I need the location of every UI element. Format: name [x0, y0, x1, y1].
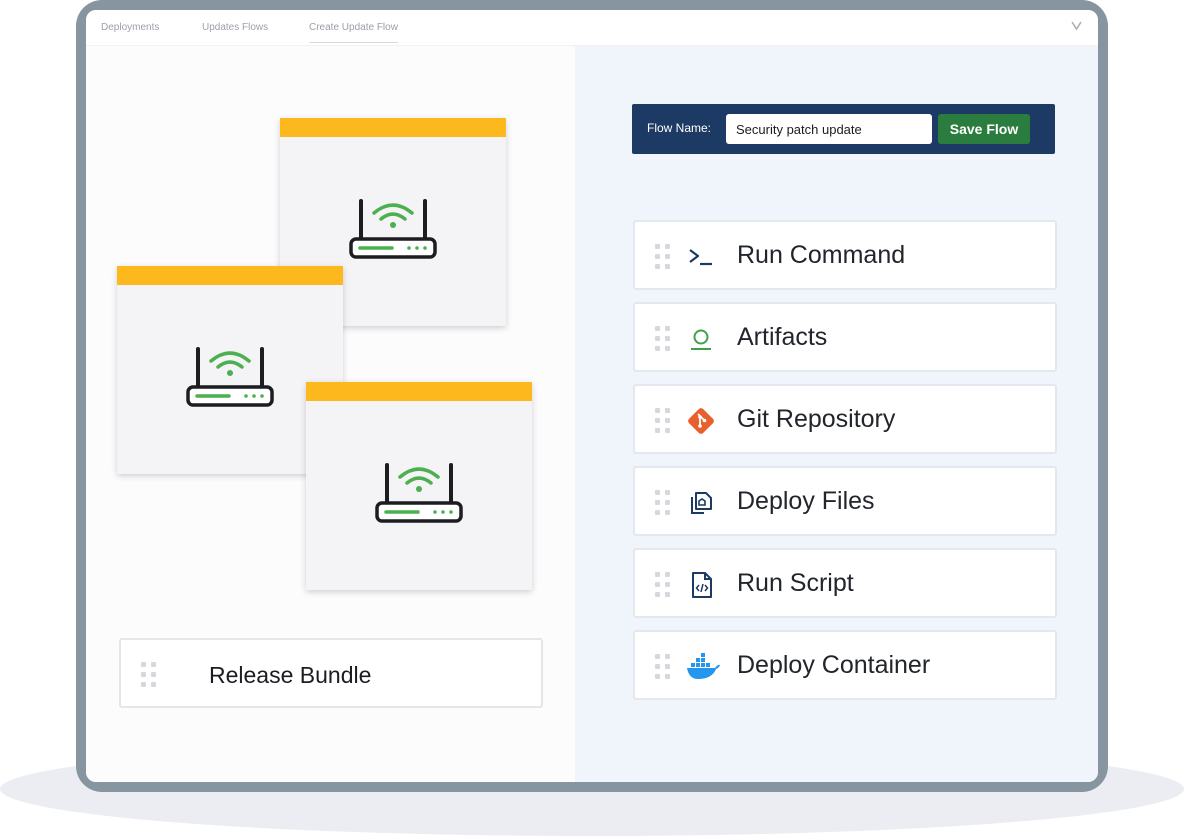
release-bundle-item[interactable]: Release Bundle	[119, 638, 543, 708]
artifact-icon	[685, 323, 717, 355]
tab-updates-flows[interactable]: Updates Flows	[202, 22, 268, 42]
docker-icon	[685, 651, 720, 683]
drag-handle-icon[interactable]	[655, 654, 671, 680]
step-git-repository[interactable]: Git Repository	[633, 384, 1057, 454]
step-label: Artifacts	[737, 323, 828, 351]
step-artifacts[interactable]: Artifacts	[633, 302, 1057, 372]
flow-builder-pane: Flow Name: Save Flow Run Command	[575, 46, 1098, 782]
drag-handle-icon[interactable]	[655, 326, 671, 352]
step-run-script[interactable]: Run Script	[633, 548, 1057, 618]
drag-handle-icon[interactable]	[655, 408, 671, 434]
step-label: Deploy Container	[737, 651, 931, 679]
step-run-command[interactable]: Run Command	[633, 220, 1057, 290]
flow-name-label: Flow Name:	[647, 121, 712, 135]
app-screen: Deployments Updates Flows Create Update …	[86, 10, 1098, 782]
wifi-router-icon	[347, 195, 439, 266]
wifi-router-icon	[373, 459, 465, 530]
device-frame: Deployments Updates Flows Create Update …	[76, 0, 1108, 792]
files-icon	[685, 487, 717, 519]
step-deploy-container[interactable]: Deploy Container	[633, 630, 1057, 700]
step-label: Deploy Files	[737, 487, 875, 515]
step-label: Git Repository	[737, 405, 896, 433]
save-flow-button[interactable]: Save Flow	[938, 114, 1030, 144]
wifi-router-icon	[184, 343, 276, 414]
drag-handle-icon[interactable]	[655, 244, 671, 270]
tab-create-update-flow[interactable]: Create Update Flow	[309, 22, 398, 43]
step-label: Run Script	[737, 569, 854, 597]
tab-bar: Deployments Updates Flows Create Update …	[86, 10, 1098, 46]
flow-name-input[interactable]	[726, 114, 932, 144]
flow-name-bar: Flow Name: Save Flow	[632, 104, 1055, 154]
device-card[interactable]	[306, 382, 532, 590]
git-icon	[685, 405, 717, 437]
device-card-header	[280, 118, 506, 137]
drag-handle-icon[interactable]	[141, 662, 157, 688]
terminal-icon	[685, 241, 717, 273]
step-deploy-files[interactable]: Deploy Files	[633, 466, 1057, 536]
step-label: Run Command	[737, 241, 906, 269]
drag-handle-icon[interactable]	[655, 490, 671, 516]
script-file-icon	[685, 569, 717, 601]
chevron-down-icon[interactable]	[1071, 21, 1082, 33]
device-card-header	[306, 382, 532, 401]
device-card-header	[117, 266, 343, 285]
tab-deployments[interactable]: Deployments	[101, 22, 159, 42]
devices-pane: Release Bundle	[86, 46, 575, 782]
release-bundle-label: Release Bundle	[209, 662, 372, 688]
drag-handle-icon[interactable]	[655, 572, 671, 598]
